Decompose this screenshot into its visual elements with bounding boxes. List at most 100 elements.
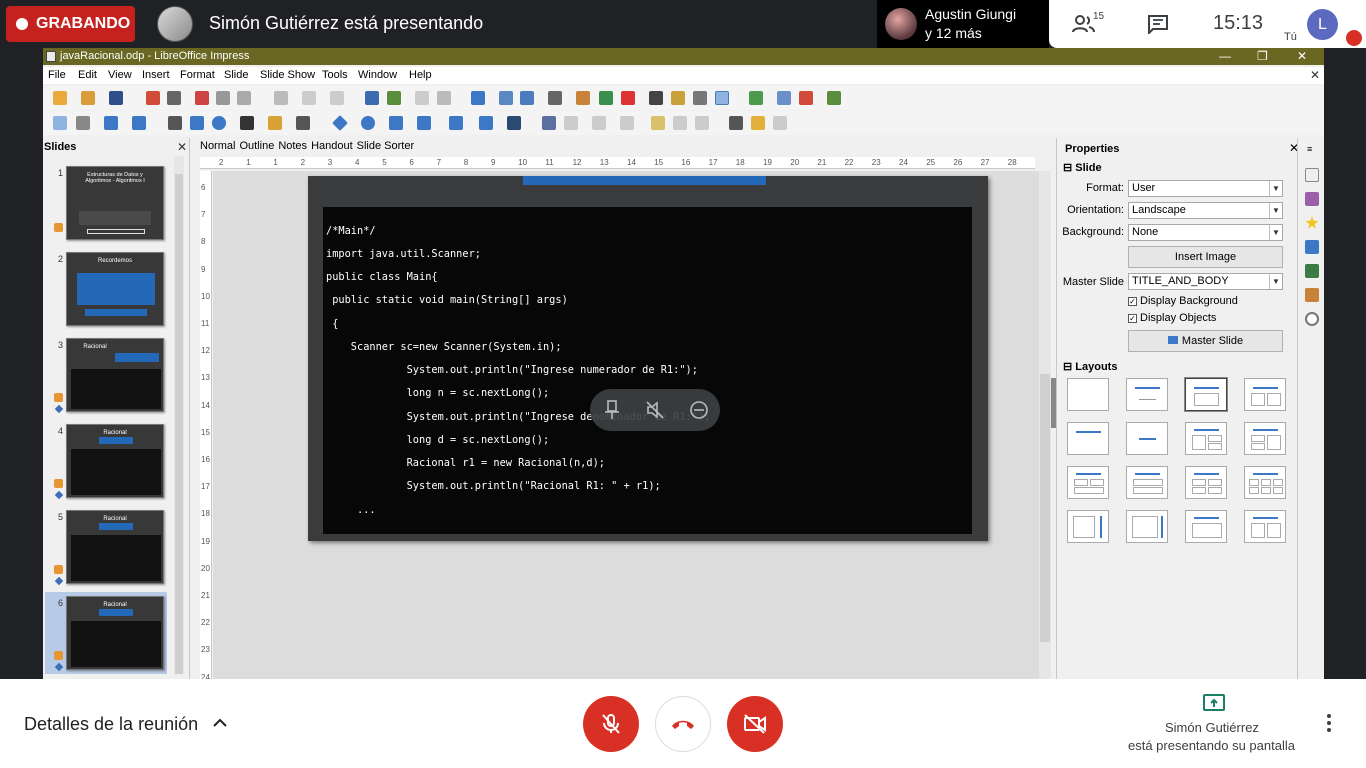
tab-slide-sorter[interactable]: Slide Sorter bbox=[357, 140, 414, 152]
table-icon[interactable] bbox=[548, 91, 562, 105]
ellipse-icon[interactable] bbox=[212, 116, 226, 130]
chevron-up-icon[interactable] bbox=[212, 715, 228, 731]
delete-slide-icon[interactable] bbox=[799, 91, 813, 105]
media-icon[interactable] bbox=[621, 91, 635, 105]
meeting-details-button[interactable]: Detalles de la reunión bbox=[24, 714, 198, 735]
layout-title-2-content-top[interactable] bbox=[1067, 466, 1109, 499]
more-options-icon[interactable] bbox=[1326, 713, 1332, 733]
symbol-shapes-icon[interactable] bbox=[361, 116, 375, 130]
restore-icon[interactable]: ❐ bbox=[1257, 49, 1268, 63]
glue-points-icon[interactable] bbox=[751, 116, 765, 130]
connector-icon[interactable] bbox=[296, 116, 310, 130]
stars-icon[interactable] bbox=[479, 116, 493, 130]
background-select[interactable]: None ▼ bbox=[1128, 224, 1283, 241]
master-slide-icon[interactable] bbox=[471, 91, 485, 105]
layout-vertical-title-text[interactable] bbox=[1067, 510, 1109, 543]
menu-view[interactable]: View bbox=[108, 69, 132, 81]
slide-6[interactable]: /*Main*/ import java.util.Scanner; publi… bbox=[308, 176, 988, 541]
menu-window[interactable]: Window bbox=[358, 69, 397, 81]
layout-vertical-title-chart[interactable] bbox=[1126, 510, 1168, 543]
slide-layout-icon[interactable] bbox=[827, 91, 841, 105]
layout-title-vertical-2-text[interactable] bbox=[1244, 510, 1286, 543]
slide-thumbnail[interactable]: 2 Recordemos bbox=[46, 252, 170, 332]
menu-format[interactable]: Format bbox=[180, 69, 215, 81]
slide-thumbnail[interactable]: 4 Racional bbox=[46, 424, 170, 504]
format-select[interactable]: User ▼ bbox=[1128, 180, 1283, 197]
cut-icon[interactable] bbox=[195, 91, 209, 105]
slide-thumbnail[interactable]: 5 Racional bbox=[46, 510, 170, 590]
fill-color-icon[interactable] bbox=[132, 116, 146, 130]
text-box-icon[interactable] bbox=[649, 91, 663, 105]
chart-icon[interactable] bbox=[599, 91, 613, 105]
menu-file[interactable]: File bbox=[48, 69, 66, 81]
start-from-current-icon[interactable] bbox=[520, 91, 534, 105]
minimize-presentation-icon[interactable] bbox=[689, 400, 709, 420]
basic-shapes-icon[interactable] bbox=[332, 115, 348, 131]
slide-transition-icon[interactable] bbox=[1305, 192, 1319, 206]
chat-icon[interactable] bbox=[1147, 14, 1169, 34]
slide-canvas[interactable]: /*Main*/ import java.util.Scanner; publi… bbox=[213, 171, 1039, 679]
gallery-icon[interactable] bbox=[1305, 288, 1319, 302]
zoom-icon[interactable] bbox=[76, 116, 90, 130]
horizontal-ruler[interactable]: 2 1 1 2 3 4 5 6 7 8 9 10 11 12 13 14 15 16 17 18 19 20 21 22 23 2… bbox=[200, 157, 1035, 169]
save-icon[interactable] bbox=[109, 91, 123, 105]
find-replace-icon[interactable] bbox=[365, 91, 379, 105]
master-slide-select[interactable]: TITLE_AND_BODY ▼ bbox=[1128, 273, 1283, 290]
export-pdf-icon[interactable] bbox=[146, 91, 160, 105]
styles-icon[interactable] bbox=[1305, 264, 1319, 278]
points-icon[interactable] bbox=[729, 116, 743, 130]
line-color-icon[interactable] bbox=[104, 116, 118, 130]
block-arrows-icon[interactable] bbox=[389, 116, 403, 130]
redo-icon[interactable] bbox=[330, 91, 344, 105]
editor-scrollbar-thumb[interactable] bbox=[1040, 374, 1050, 642]
special-character-icon[interactable] bbox=[671, 91, 685, 105]
layout-blank[interactable] bbox=[1067, 378, 1109, 411]
layout-title-only[interactable] bbox=[1067, 422, 1109, 455]
image-icon[interactable] bbox=[576, 91, 590, 105]
layout-title-content-selected[interactable] bbox=[1185, 378, 1227, 411]
slide-section-header[interactable]: ⊟ Slide bbox=[1063, 161, 1102, 174]
shadow-icon[interactable] bbox=[651, 116, 665, 130]
leave-call-button[interactable] bbox=[655, 696, 711, 752]
display-views-icon[interactable] bbox=[437, 91, 451, 105]
layout-title-2-content-1[interactable] bbox=[1185, 422, 1227, 455]
present-screen-icon[interactable] bbox=[1203, 694, 1225, 714]
menu-slide[interactable]: Slide bbox=[224, 69, 248, 81]
properties-deck-icon[interactable] bbox=[1305, 168, 1319, 182]
spelling-icon[interactable] bbox=[387, 91, 401, 105]
layout-title-content-over[interactable] bbox=[1126, 466, 1168, 499]
tab-notes[interactable]: Notes bbox=[278, 140, 307, 152]
slide-thumbnail[interactable]: 1 Estructuras de Datos y Algoritmos - Al… bbox=[46, 166, 170, 246]
start-from-first-icon[interactable] bbox=[499, 91, 513, 105]
grid-icon[interactable] bbox=[415, 91, 429, 105]
menu-insert[interactable]: Insert bbox=[142, 69, 170, 81]
open-icon[interactable] bbox=[81, 91, 95, 105]
filter-icon[interactable] bbox=[695, 116, 709, 130]
layout-title-vertical-text[interactable] bbox=[1185, 510, 1227, 543]
new-icon[interactable] bbox=[53, 91, 67, 105]
copy-icon[interactable] bbox=[216, 91, 230, 105]
clone-formatting-icon[interactable] bbox=[274, 91, 288, 105]
toggle-extrusion-icon[interactable] bbox=[773, 116, 787, 130]
recording-indicator[interactable]: GRABANDO bbox=[6, 6, 135, 42]
mute-audio-icon[interactable] bbox=[645, 400, 665, 420]
slide-thumbnail[interactable]: 3 Racional bbox=[46, 338, 170, 418]
layout-title-content[interactable] bbox=[1126, 378, 1168, 411]
vertical-ruler[interactable]: 6 7 8 9 10 11 12 13 14 15 16 17 18 19 20 21 22 23 24 bbox=[200, 171, 212, 679]
close-window-icon[interactable]: ✕ bbox=[1297, 49, 1307, 63]
tab-handout[interactable]: Handout bbox=[311, 140, 353, 152]
minimize-icon[interactable]: — bbox=[1219, 49, 1231, 63]
layout-title-6-content[interactable] bbox=[1244, 466, 1286, 499]
mic-toggle-button[interactable] bbox=[583, 696, 639, 752]
master-slide-button[interactable]: Master Slide bbox=[1128, 330, 1283, 352]
flowchart-icon[interactable] bbox=[417, 116, 431, 130]
sidebar-menu-icon[interactable]: ≡ bbox=[1307, 144, 1312, 154]
arrange-icon[interactable] bbox=[592, 116, 606, 130]
fontwork-icon[interactable] bbox=[693, 91, 707, 105]
display-grid-icon[interactable] bbox=[715, 91, 729, 105]
orientation-select[interactable]: Landscape ▼ bbox=[1128, 202, 1283, 219]
layout-title-content-2[interactable] bbox=[1244, 422, 1286, 455]
self-avatar[interactable]: L bbox=[1307, 9, 1338, 40]
tab-normal[interactable]: Normal bbox=[200, 140, 235, 152]
close-slides-pane-icon[interactable]: ✕ bbox=[177, 140, 187, 154]
